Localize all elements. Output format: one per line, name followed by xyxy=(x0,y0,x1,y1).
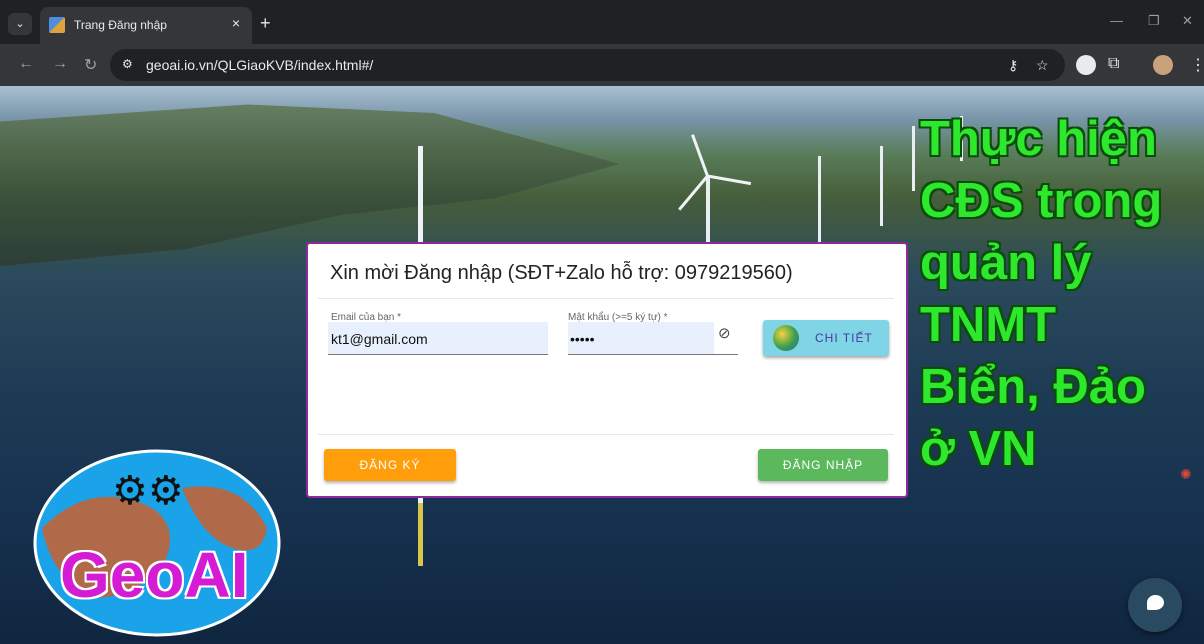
turbine-blade xyxy=(707,174,752,186)
browser-toolbar: ← → ↻ ⚙ geoai.io.vn/QLGiaoKVB/index.html… xyxy=(0,44,1204,86)
chat-bubble-icon xyxy=(1147,595,1164,610)
browser-tab-bar: ⌄ Trang Đăng nhập × + — ❐ ✕ xyxy=(0,0,1204,44)
slogan-text: Thực hiện CĐS trong quản lý TNMT Biển, Đ… xyxy=(920,112,1163,476)
divider xyxy=(318,434,894,435)
password-value: ••••• xyxy=(570,331,595,347)
back-arrow-icon[interactable]: ← xyxy=(18,55,34,73)
extension-g-icon[interactable] xyxy=(1076,55,1096,75)
key-icon[interactable]: ⚷ xyxy=(1008,57,1018,74)
wind-turbine xyxy=(818,156,821,256)
dialog-title: Xin mời Đăng nhập (SĐT+Zalo hỗ trợ: 0979… xyxy=(330,262,793,284)
gears-icon: ⚙⚙ xyxy=(112,469,184,513)
divider xyxy=(318,298,894,299)
wind-turbine xyxy=(912,126,915,191)
register-button[interactable]: ĐĂNG KÝ xyxy=(324,449,456,481)
password-field[interactable]: Mật khẩu (>=5 ký tự) * ••••• ⊘ xyxy=(568,312,738,355)
geoai-logo: ⚙⚙ GeoAI xyxy=(32,448,282,638)
chevron-down-icon[interactable]: ⌄ xyxy=(8,13,32,35)
browser-tab[interactable]: Trang Đăng nhập × xyxy=(40,7,252,44)
turbine-blade xyxy=(678,175,709,211)
puzzle-icon[interactable]: ⧉ xyxy=(1108,55,1119,73)
window-close-icon[interactable]: ✕ xyxy=(1182,13,1193,29)
login-dialog: Xin mời Đăng nhập (SĐT+Zalo hỗ trợ: 0979… xyxy=(306,242,908,498)
turbine-blade xyxy=(691,134,709,177)
new-tab-button[interactable]: + xyxy=(260,13,271,34)
logo-text: GeoAI xyxy=(60,539,249,611)
detail-button[interactable]: CHI TIẾT xyxy=(763,320,889,356)
forward-arrow-icon[interactable]: → xyxy=(52,55,68,73)
close-icon[interactable]: × xyxy=(232,15,240,31)
eye-off-icon[interactable]: ⊘ xyxy=(718,324,731,342)
favicon-icon xyxy=(49,17,65,33)
star-icon[interactable]: ☆ xyxy=(1036,57,1049,74)
email-field[interactable]: Email của bạn * kt1@gmail.com xyxy=(328,312,548,355)
email-value: kt1@gmail.com xyxy=(331,331,428,347)
coastline-land xyxy=(0,104,620,266)
avatar[interactable] xyxy=(1153,55,1173,75)
site-settings-icon[interactable]: ⚙ xyxy=(122,57,133,71)
tab-title: Trang Đăng nhập xyxy=(74,18,167,32)
login-button[interactable]: ĐĂNG NHẬP xyxy=(758,449,888,481)
email-label: Email của bạn * xyxy=(331,312,402,323)
chat-button[interactable] xyxy=(1128,578,1182,632)
url-text: geoai.io.vn/QLGiaoKVB/index.html#/ xyxy=(146,57,374,73)
reload-icon[interactable]: ↻ xyxy=(84,55,97,75)
restore-icon[interactable]: ❐ xyxy=(1148,13,1160,29)
minimize-icon[interactable]: — xyxy=(1110,13,1123,28)
address-bar[interactable]: ⚙ geoai.io.vn/QLGiaoKVB/index.html#/ ⚷ ☆ xyxy=(110,49,1065,81)
more-menu-icon[interactable]: ⋮ xyxy=(1190,55,1204,75)
wind-turbine xyxy=(880,146,883,226)
password-label: Mật khẩu (>=5 ký tự) * xyxy=(568,312,668,323)
globe-icon xyxy=(773,325,799,351)
detail-button-label: CHI TIẾT xyxy=(815,331,873,345)
